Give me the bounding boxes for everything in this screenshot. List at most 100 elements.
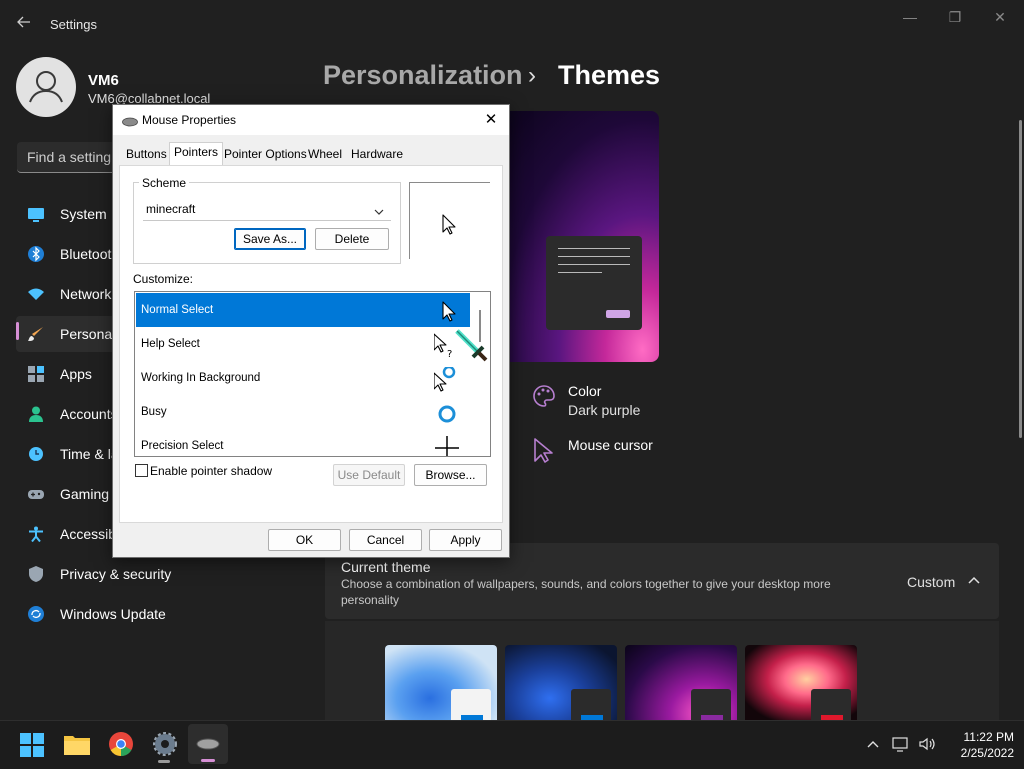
current-theme-description: Choose a combination of wallpapers, soun… [341,577,831,607]
sidebar-item-label: Apps [60,366,92,382]
page-scrollbar[interactable] [1019,120,1022,438]
sidebar-item-label: System [60,206,107,222]
row-label: Normal Select [141,304,214,316]
theme-thumbnail[interactable] [385,645,497,721]
close-button[interactable]: ✕ [980,6,1020,28]
current-theme-value: Custom [907,574,956,590]
tab-buttons[interactable]: Buttons [122,145,171,165]
clock-globe-icon [28,446,44,462]
scheme-label: Scheme [139,176,190,190]
file-explorer-icon[interactable] [64,733,90,755]
scheme-value: minecraft [146,202,196,216]
monitor-icon [28,206,44,222]
selection-indicator [16,322,19,340]
palette-icon [532,384,556,408]
page-title: Themes [558,60,661,90]
save-as-button[interactable]: Save As... [234,228,306,250]
wifi-icon [28,286,44,302]
maximize-button[interactable]: ❐ [935,6,975,28]
gamepad-icon [28,486,44,502]
update-icon [28,606,44,622]
running-indicator [158,760,170,763]
list-item[interactable]: Normal Select [136,293,470,327]
sidebar-item-label: Privacy & security [60,566,172,582]
shield-icon [28,566,44,582]
arrow-cursor-icon [442,214,456,235]
chrome-icon[interactable] [109,732,133,756]
arrow-cursor-icon [434,299,460,325]
clock-date[interactable]: 2/25/2022 [944,746,1014,760]
avatar[interactable] [16,57,76,117]
theme-thumbnail[interactable] [625,645,737,721]
mouse-cursor-setting[interactable]: Mouse cursor [568,437,653,453]
chevron-up-icon[interactable] [966,572,982,588]
color-setting-label[interactable]: Color [568,383,601,399]
scheme-group [133,182,401,264]
mouse-icon [122,114,138,127]
working-cursor-icon [433,365,460,393]
color-setting-value: Dark purple [568,402,641,418]
row-label: Precision Select [141,440,224,452]
cancel-button[interactable]: Cancel [349,529,422,551]
current-theme-title: Current theme [341,559,431,575]
mouse-app-button[interactable] [188,724,228,764]
breadcrumb-separator: › [528,62,536,89]
pointer-preview [409,182,490,259]
dialog-title: Mouse Properties [142,113,237,127]
dialog-close-button[interactable]: ✕ [479,109,503,131]
theme-thumbnail[interactable] [745,645,857,721]
use-default-button[interactable]: Use Default [333,464,405,486]
list-item[interactable]: Working In Background [136,361,470,395]
sidebar-item-label: Gaming [60,486,110,502]
sidebar-item-windows-update[interactable]: Windows Update [16,596,306,632]
sidebar-item-privacy[interactable]: Privacy & security [16,556,306,592]
user-name: VM6 [88,72,119,89]
customize-label: Customize: [133,272,194,286]
person-icon [28,406,44,422]
svg-text:?: ? [447,349,452,359]
volume-icon[interactable] [918,735,936,753]
pointer-shadow-checkbox[interactable] [135,464,148,477]
network-icon[interactable] [892,735,910,753]
clock-time[interactable]: 11:22 PM [944,730,1014,744]
minimize-button[interactable]: — [890,6,930,28]
browse-button[interactable]: Browse... [414,464,487,486]
ok-button[interactable]: OK [268,529,341,551]
brush-icon [28,326,44,342]
chevron-down-icon [373,204,385,215]
breadcrumb-parent[interactable]: Personalization [323,60,523,91]
mouse-properties-dialog: Mouse Properties ✕ Buttons Pointers Poin… [112,104,510,558]
sidebar-item-label: Windows Update [60,606,166,622]
back-arrow-icon[interactable] [16,14,36,34]
apps-icon [28,366,44,382]
scheme-dropdown[interactable]: minecraft [143,198,391,221]
chevron-up-icon[interactable] [866,737,880,751]
tab-hardware[interactable]: Hardware [347,145,407,165]
tab-wheel[interactable]: Wheel [304,145,346,165]
crosshair-cursor-icon [434,435,460,456]
sword-cursor-icon [453,327,489,363]
window-title: Settings [50,17,97,32]
row-label: Help Select [141,338,200,350]
start-icon[interactable] [20,733,44,757]
apply-button[interactable]: Apply [429,529,502,551]
tab-pointers[interactable]: Pointers [169,142,224,167]
delete-button[interactable]: Delete [315,228,389,250]
list-item[interactable]: Precision Select [136,429,470,456]
search-placeholder: Find a setting [27,149,112,165]
row-label: Busy [141,406,167,418]
pointer-shadow-label: Enable pointer shadow [150,464,273,478]
busy-cursor-icon [434,401,460,427]
accessibility-icon [28,526,44,543]
theme-thumbnail[interactable] [505,645,617,721]
row-label: Working In Background [141,372,261,384]
settings-gear-icon[interactable] [153,732,177,756]
bluetooth-icon [28,246,44,262]
sidebar-item-label: Accounts [60,406,118,422]
tab-pointer-options[interactable]: Pointer Options [220,145,311,165]
dialog-titlebar[interactable]: Mouse Properties ✕ [113,105,509,135]
list-item[interactable]: Help Select ? [136,327,470,361]
pointer-list[interactable]: Normal Select Help Select ? Working In B… [134,291,491,457]
list-item[interactable]: Busy [136,395,470,429]
theme-preview-button [606,310,630,318]
